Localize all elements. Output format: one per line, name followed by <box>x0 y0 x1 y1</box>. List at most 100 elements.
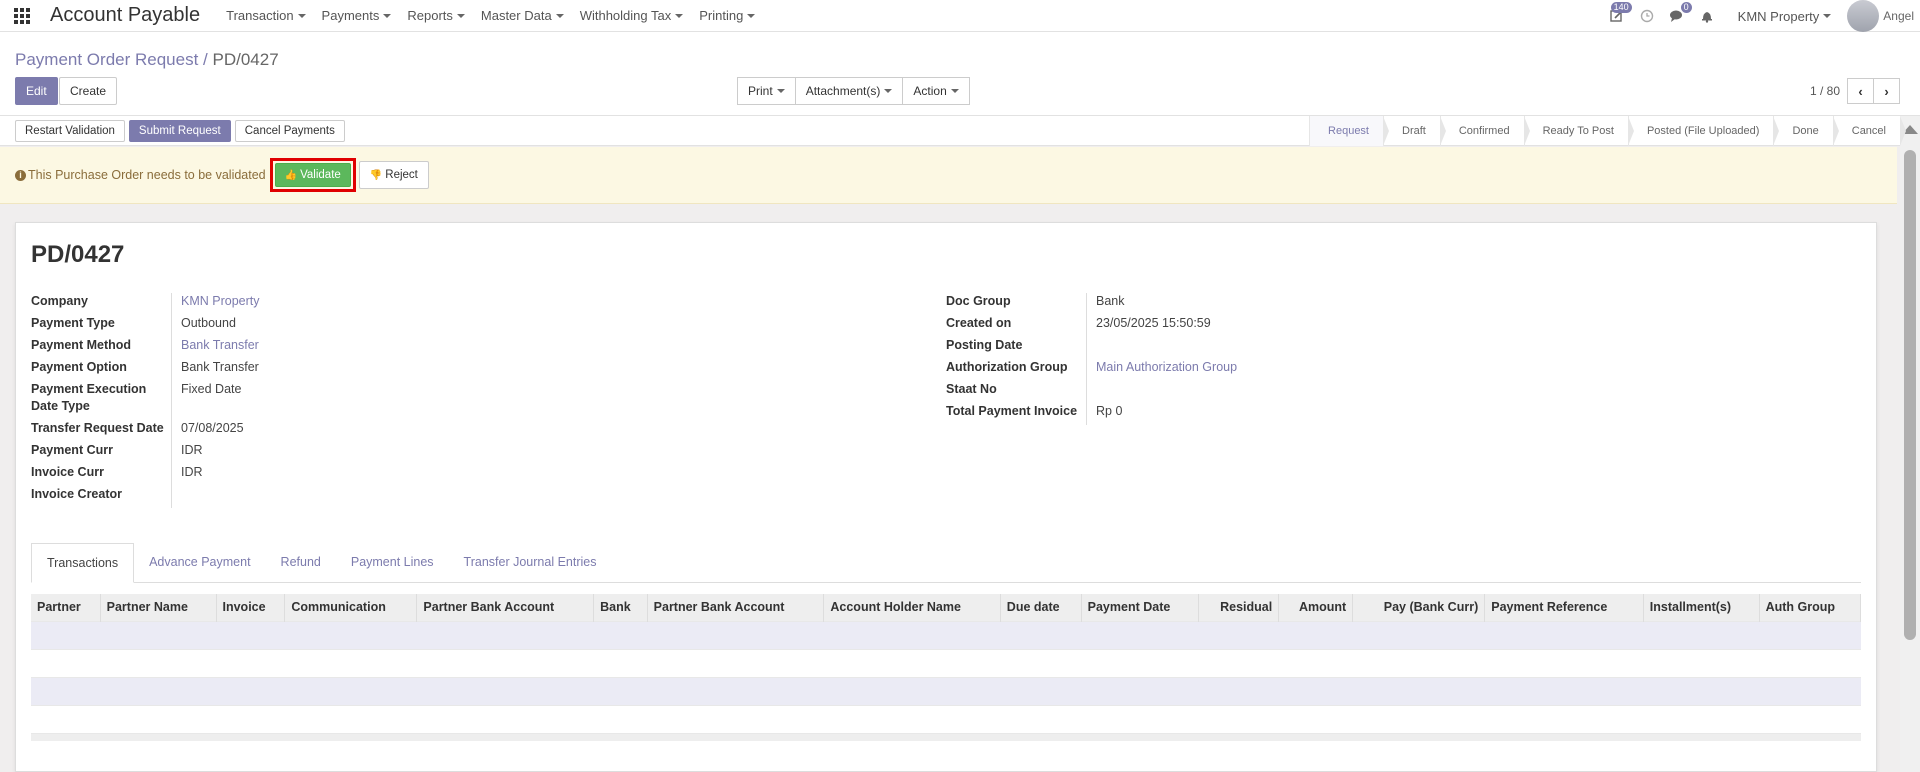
col-partner-name[interactable]: Partner Name <box>100 594 217 621</box>
validate-button[interactable]: 👍 Validate <box>274 163 351 187</box>
stage-cancel[interactable]: Cancel <box>1832 116 1907 146</box>
table-row <box>31 676 1861 705</box>
form-sheet: PD/0427 Company KMN Property Payment Type… <box>15 222 1877 772</box>
chevron-left-icon: ‹ <box>1858 83 1863 99</box>
info-icon: i <box>15 169 26 181</box>
col-partner-bank-account-2[interactable]: Partner Bank Account <box>647 594 825 621</box>
field-invoice-creator: Invoice Creator <box>31 486 931 508</box>
col-due-date[interactable]: Due date <box>1000 594 1082 621</box>
field-payment-type: Payment Type Outbound <box>31 315 931 337</box>
field-execution-date-type: Payment Execution Date Type Fixed Date <box>31 381 931 420</box>
activity-count-badge: 140 <box>1610 2 1632 13</box>
field-payment-curr: Payment Curr IDR <box>31 442 931 464</box>
field-authorization-group: Authorization Group Main Authorization Gr… <box>946 359 1846 381</box>
table-header-row: Partner Partner Name Invoice Communicati… <box>31 594 1862 621</box>
validation-alert: i This Purchase Order needs to be valida… <box>0 147 1897 204</box>
messages-icon[interactable]: 0 <box>1666 2 1692 27</box>
page-scrollbar[interactable] <box>1900 116 1920 772</box>
pager-next-button[interactable]: › <box>1873 78 1900 104</box>
cancel-payments-button[interactable]: Cancel Payments <box>234 120 345 142</box>
message-count-badge: 0 <box>1680 2 1692 13</box>
tab-payment-lines[interactable]: Payment Lines <box>336 543 449 583</box>
pager-previous-button[interactable]: ‹ <box>1847 78 1874 104</box>
avatar[interactable] <box>1847 0 1880 32</box>
tab-advance-payment[interactable]: Advance Payment <box>134 543 265 583</box>
table-row <box>31 620 1861 649</box>
col-partner[interactable]: Partner <box>31 594 101 621</box>
table-footer <box>31 732 1861 741</box>
pager-value[interactable]: 1 / 80 <box>1810 84 1840 98</box>
table-row <box>31 704 1861 733</box>
stage-posted[interactable]: Posted (File Uploaded) <box>1627 116 1779 146</box>
field-payment-method: Payment Method Bank Transfer <box>31 337 931 359</box>
status-buttons: Restart Validation Submit Request Cancel… <box>15 120 349 142</box>
stage-confirmed[interactable]: Confirmed <box>1439 116 1530 146</box>
bell-icon[interactable] <box>1696 5 1718 27</box>
menu-reports[interactable]: Reports <box>407 8 465 23</box>
col-communication[interactable]: Communication <box>284 594 418 621</box>
company-switcher[interactable]: KMN Property <box>1738 9 1832 24</box>
pager: 1 / 80 ‹ › <box>1810 78 1900 104</box>
stage-draft[interactable]: Draft <box>1383 116 1446 146</box>
menu-payments[interactable]: Payments <box>322 8 392 23</box>
restart-validation-button[interactable]: Restart Validation <box>15 120 125 142</box>
menu-master-data[interactable]: Master Data <box>481 8 564 23</box>
col-pay-bank-curr[interactable]: Pay (Bank Curr) <box>1352 594 1486 621</box>
apps-grid-icon[interactable] <box>14 7 30 24</box>
breadcrumb-separator: / <box>203 50 208 69</box>
top-navbar: Account Payable Transaction Payments Rep… <box>0 0 1920 32</box>
col-invoice[interactable]: Invoice <box>216 594 286 621</box>
field-transfer-request-date: Transfer Request Date 07/08/2025 <box>31 420 931 442</box>
field-total-payment-invoice: Total Payment Invoice Rp 0 <box>946 403 1846 425</box>
tab-refund[interactable]: Refund <box>266 543 336 583</box>
caret-down-icon <box>675 13 684 18</box>
field-payment-option: Payment Option Bank Transfer <box>31 359 931 381</box>
breadcrumb-current: PD/0427 <box>212 50 279 69</box>
thumbs-up-icon: 👍 <box>284 169 298 181</box>
activity-icon[interactable]: 140 <box>1606 2 1632 27</box>
clock-icon[interactable] <box>1636 5 1658 27</box>
col-installments[interactable]: Installment(s) <box>1643 594 1760 621</box>
col-amount[interactable]: Amount <box>1278 594 1354 621</box>
record-title: PD/0427 <box>31 241 125 268</box>
reject-button[interactable]: 👎 Reject <box>358 161 429 189</box>
validate-highlight: 👍 Validate <box>269 158 356 192</box>
field-created-on: Created on 23/05/2025 15:50:59 <box>946 315 1846 337</box>
edit-button[interactable]: Edit <box>15 77 58 105</box>
menu-withholding-tax[interactable]: Withholding Tax <box>580 8 684 23</box>
attachments-button[interactable]: Attachment(s) <box>794 77 904 105</box>
col-payment-reference[interactable]: Payment Reference <box>1484 594 1644 621</box>
field-invoice-curr: Invoice Curr IDR <box>31 464 931 486</box>
user-name[interactable]: Angel <box>1883 9 1914 23</box>
field-staat-no: Staat No <box>946 381 1846 403</box>
col-partner-bank-account[interactable]: Partner Bank Account <box>416 594 595 621</box>
col-residual[interactable]: Residual <box>1198 594 1280 621</box>
col-payment-date[interactable]: Payment Date <box>1081 594 1200 621</box>
stage-ready-to-post[interactable]: Ready To Post <box>1523 116 1635 146</box>
field-doc-group: Doc Group Bank <box>946 293 1846 315</box>
action-button[interactable]: Action <box>902 77 970 105</box>
menu-transaction[interactable]: Transaction <box>226 8 306 23</box>
scrollbar-thumb[interactable] <box>1904 150 1916 640</box>
stage-request[interactable]: Request <box>1309 116 1389 146</box>
right-field-group: Doc Group Bank Created on 23/05/2025 15:50… <box>946 293 1846 425</box>
col-auth-group[interactable]: Auth Group <box>1759 594 1862 621</box>
caret-down-icon <box>747 13 756 18</box>
menu-printing[interactable]: Printing <box>699 8 756 23</box>
field-posting-date: Posting Date <box>946 337 1846 359</box>
thumbs-down-icon: 👎 <box>369 169 383 181</box>
app-title: Account Payable <box>50 4 201 26</box>
stage-done[interactable]: Done <box>1773 116 1840 146</box>
caret-down-icon <box>884 89 893 93</box>
print-button[interactable]: Print <box>737 77 796 105</box>
submit-request-button[interactable]: Submit Request <box>128 120 231 142</box>
tab-transactions[interactable]: Transactions <box>31 543 135 583</box>
navbar-right: 140 0 KMN Property Angel <box>1602 0 1920 32</box>
tab-transfer-journal-entries[interactable]: Transfer Journal Entries <box>449 543 612 583</box>
create-button[interactable]: Create <box>59 77 118 105</box>
breadcrumb-parent[interactable]: Payment Order Request <box>15 50 198 69</box>
caret-down-icon <box>1823 14 1832 18</box>
caret-down-icon <box>297 13 306 18</box>
col-bank[interactable]: Bank <box>593 594 648 621</box>
col-account-holder-name[interactable]: Account Holder Name <box>823 594 1001 621</box>
